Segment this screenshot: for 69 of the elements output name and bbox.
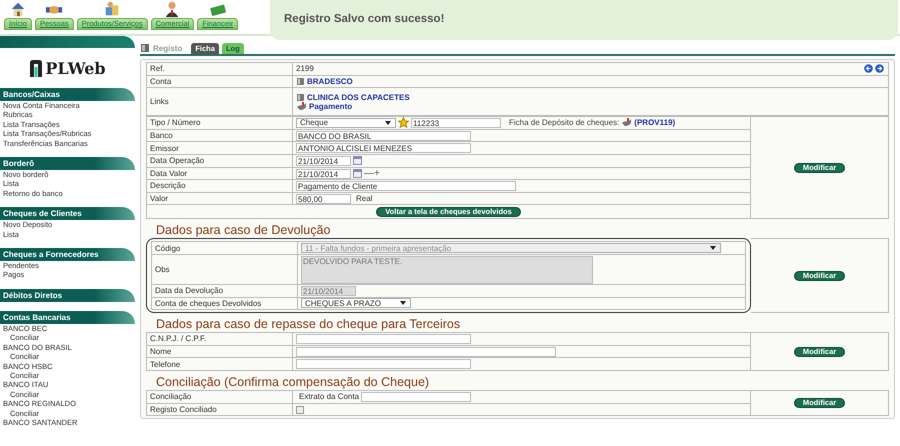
section-header[interactable]: Cheques de Clientes xyxy=(0,207,135,220)
section-header[interactable]: Contas Bancarias xyxy=(0,310,135,324)
input-field[interactable]: ANTONIO ALCISLEI MENEZES xyxy=(296,143,471,154)
toast-message: Registro Salvo com sucesso! xyxy=(284,13,444,25)
date-field[interactable]: 21/10/2014 xyxy=(296,168,351,179)
field-label: Conta de cheques Devolvidos xyxy=(152,297,298,310)
unit-label: Real xyxy=(356,194,372,203)
field-label: Conta xyxy=(146,75,292,88)
section-header[interactable]: Borderô xyxy=(0,157,135,170)
section-header[interactable]: Bancos/Caixas xyxy=(0,88,135,101)
input-field[interactable]: 580,00 xyxy=(296,194,351,204)
logo-text: PLWeb xyxy=(45,58,106,78)
field-label: Banco xyxy=(146,129,292,142)
caret-icon xyxy=(709,244,717,252)
field-label: Data da Devolução xyxy=(152,284,298,298)
record-link[interactable]: BRADESCO xyxy=(307,76,353,86)
record-title: Registo xyxy=(153,44,182,52)
field-label: Código xyxy=(152,242,298,254)
section-heading: Dados para caso de Devolução xyxy=(155,222,332,238)
next-icon xyxy=(875,64,884,73)
document-icon xyxy=(140,43,150,53)
stepper-control[interactable]: —+ xyxy=(364,168,380,179)
field-label: Ficha de Depósito de cheques: xyxy=(509,118,620,128)
folder-icon xyxy=(296,76,305,86)
boxes-icon xyxy=(103,0,122,18)
field-label: Emissor xyxy=(146,142,292,154)
date-field[interactable]: 21/10/2014 xyxy=(296,156,351,166)
input-field[interactable] xyxy=(296,334,471,344)
section-heading: Dados para caso de repasse do cheque para Terceiros xyxy=(155,316,462,332)
input-field[interactable] xyxy=(296,359,471,370)
field-label: Descrição xyxy=(146,180,292,192)
logo-mark-icon xyxy=(29,59,44,77)
field-label: Telefone xyxy=(146,358,292,370)
deposit-link[interactable]: (PROV119) xyxy=(634,118,676,128)
caret-icon xyxy=(384,118,392,127)
caret-icon xyxy=(399,299,407,308)
calendar-icon xyxy=(353,169,362,178)
field-label: Conciliação xyxy=(146,390,292,403)
field-label: Ref. xyxy=(146,62,292,76)
checkbox[interactable] xyxy=(296,406,304,414)
hand-icon xyxy=(296,102,307,111)
section-header[interactable]: Cheques a Fornecedores xyxy=(0,248,135,262)
field-value: 2199 xyxy=(296,64,314,74)
previous-icon xyxy=(864,64,873,73)
field-label: Extrato da Conta xyxy=(299,392,360,401)
type-select[interactable]: Cheque xyxy=(296,118,396,128)
star-icon xyxy=(398,117,409,128)
section-heading: Conciliação (Confirma compensação do Cheque) xyxy=(155,374,430,390)
input-field[interactable] xyxy=(361,392,472,402)
field-label: Registo Conciliado xyxy=(146,403,292,416)
hand-icon xyxy=(621,118,632,128)
input-field[interactable]: BANCO DO BRASIL xyxy=(296,130,471,141)
field-label: Data Operação xyxy=(146,154,292,168)
record-link[interactable]: CLINICA DOS CAPACETES xyxy=(307,92,410,102)
field-label: Valor xyxy=(146,192,292,205)
section-header[interactable]: Débitos Diretos xyxy=(0,288,135,302)
calendar-icon xyxy=(353,156,362,166)
dropdown[interactable]: CHEQUES A PRAZO xyxy=(301,298,411,308)
number-field[interactable]: 112233 xyxy=(411,118,501,128)
record-link[interactable]: Pagamento xyxy=(309,102,352,111)
field-label: Nome xyxy=(146,345,292,358)
field-label: Links xyxy=(146,88,292,116)
field-label: Obs xyxy=(152,254,298,284)
field-label: Data Valor xyxy=(146,167,292,180)
input-field[interactable] xyxy=(296,346,556,357)
folder-icon xyxy=(296,92,305,102)
input-field[interactable]: Pagamento de Cliente xyxy=(296,180,516,191)
field-label: Tipo / Número xyxy=(146,116,292,130)
field-label: C.N.P.J. / C.P.F. xyxy=(146,332,292,346)
